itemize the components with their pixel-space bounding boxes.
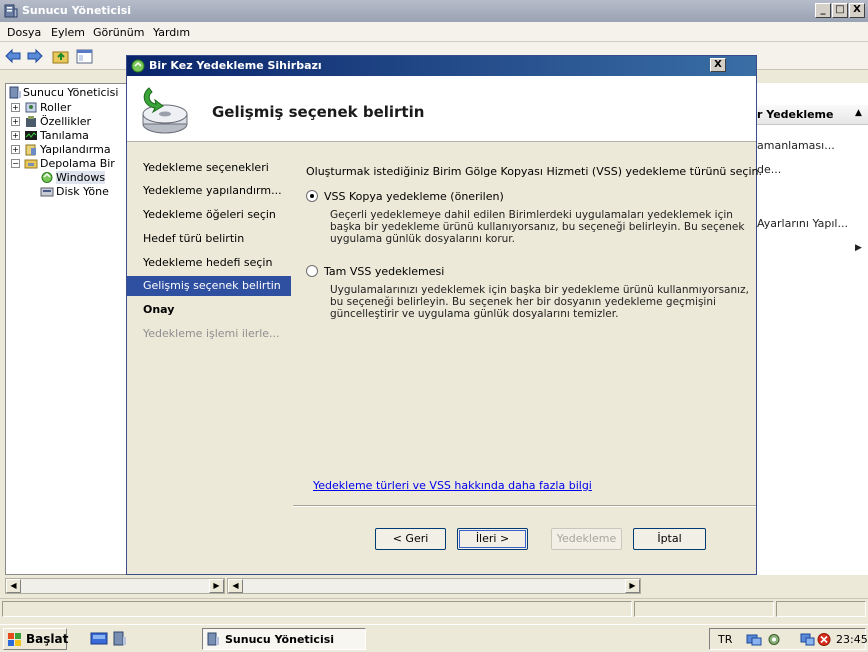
step-destination-type[interactable]: Hedef türü belirtin bbox=[127, 229, 291, 249]
wizard-steps: Yedekleme seçenekleri Yedekleme yapıland… bbox=[127, 143, 291, 574]
wizard-title: Bir Kez Yedekleme Sihirbazı bbox=[149, 59, 322, 72]
menu-help[interactable]: Yardım bbox=[153, 26, 190, 39]
backup-button: Yedekleme bbox=[551, 528, 622, 550]
server-manager-quicklaunch-icon[interactable] bbox=[112, 631, 128, 647]
menu-bar: Dosya Eylem Görünüm Yardım bbox=[0, 22, 868, 42]
taskbar-item-server-manager[interactable]: Sunucu Yöneticisi bbox=[202, 628, 366, 650]
clock: 23:45 bbox=[836, 633, 868, 646]
close-button[interactable]: X bbox=[849, 3, 865, 18]
server-manager-icon bbox=[4, 4, 18, 18]
forward-arrow-icon[interactable] bbox=[26, 48, 44, 64]
actions-pane: r Yedekleme ▲ amanlaması... de... Ayarla… bbox=[742, 83, 868, 575]
menu-file[interactable]: Dosya bbox=[7, 26, 41, 39]
scroll-right-icon[interactable]: ▶ bbox=[209, 579, 224, 593]
scroll-left-icon[interactable]: ◀ bbox=[228, 579, 243, 593]
collapse-arrow-icon[interactable]: ▲ bbox=[855, 108, 862, 118]
backup-icon bbox=[41, 172, 53, 183]
minimize-button[interactable]: _ bbox=[815, 3, 831, 18]
diagnostics-icon bbox=[25, 131, 37, 140]
configuration-icon bbox=[25, 144, 36, 156]
tree-horizontal-scrollbar[interactable]: ◀ ▶ bbox=[5, 578, 225, 594]
expand-icon[interactable]: + bbox=[11, 103, 20, 112]
step-confirmation[interactable]: Onay bbox=[127, 300, 291, 320]
settings-gear-icon[interactable] bbox=[766, 632, 782, 647]
scroll-left-icon[interactable]: ◀ bbox=[6, 579, 21, 593]
vss-copy-label[interactable]: VSS Kopya yedekleme (önerilen) bbox=[324, 190, 504, 203]
vss-full-description: Uygulamalarınızı yedeklemek için başka b… bbox=[330, 284, 749, 320]
wizard-title-bar[interactable]: Bir Kez Yedekleme Sihirbazı X bbox=[127, 56, 756, 76]
step-select-items[interactable]: Yedekleme öğeleri seçin bbox=[127, 205, 291, 225]
vss-full-option[interactable]: Tam VSS yedeklemesi bbox=[306, 264, 746, 280]
vss-full-radio[interactable] bbox=[306, 265, 318, 277]
language-indicator[interactable]: TR bbox=[718, 633, 732, 646]
disk-icon bbox=[40, 187, 54, 197]
main-title-bar[interactable]: Sunucu Yöneticisi _ □ X bbox=[0, 0, 868, 22]
wizard-header: Gelişmiş seçenek belirtin bbox=[127, 76, 756, 142]
back-arrow-icon[interactable] bbox=[4, 48, 22, 64]
show-desktop-icon[interactable] bbox=[90, 632, 108, 646]
network-icon[interactable] bbox=[746, 632, 762, 647]
footer-divider bbox=[293, 505, 756, 507]
vss-copy-description: Geçerli yedeklemeye dahil edilen Birimle… bbox=[330, 209, 745, 245]
status-panel bbox=[776, 601, 866, 617]
scroll-right-icon[interactable]: ▶ bbox=[625, 579, 640, 593]
back-button[interactable]: < Geri bbox=[375, 528, 446, 550]
system-tray: TR 23:45 bbox=[709, 628, 868, 650]
status-bar bbox=[0, 598, 868, 618]
step-backup-options[interactable]: Yedekleme seçenekleri bbox=[127, 158, 291, 178]
collapse-icon[interactable]: − bbox=[11, 159, 20, 168]
backup-wizard-dialog: Bir Kez Yedekleme Sihirbazı X Gelişmiş s… bbox=[126, 55, 762, 575]
network-status-icon[interactable] bbox=[800, 632, 816, 647]
server-icon bbox=[9, 86, 21, 99]
submenu-arrow-icon[interactable]: ▶ bbox=[855, 243, 862, 253]
main-window-title: Sunucu Yöneticisi bbox=[22, 4, 132, 17]
error-icon[interactable] bbox=[816, 632, 832, 647]
action-item-schedule[interactable]: amanlaması... bbox=[757, 139, 835, 152]
vss-copy-option[interactable]: VSS Kopya yedekleme (önerilen) bbox=[306, 189, 746, 205]
taskbar: Başlat Sunucu Yöneticisi TR 23:45 bbox=[0, 624, 868, 652]
actions-header: r Yedekleme ▲ bbox=[743, 105, 868, 125]
status-panel bbox=[634, 601, 774, 617]
step-backup-progress: Yedekleme işlemi ilerle... bbox=[143, 327, 280, 340]
vss-full-label[interactable]: Tam VSS yedeklemesi bbox=[324, 265, 444, 278]
roles-icon bbox=[25, 102, 37, 113]
action-item-settings[interactable]: Ayarlarını Yapıl... bbox=[757, 217, 848, 230]
next-button[interactable]: İleri > bbox=[457, 528, 528, 550]
vss-copy-radio[interactable] bbox=[306, 190, 318, 202]
intro-text: Oluşturmak istediğiniz Birim Gölge Kopya… bbox=[306, 165, 762, 178]
vss-help-link[interactable]: Yedekleme türleri ve VSS hakkında daha f… bbox=[313, 479, 592, 492]
status-panel bbox=[2, 601, 632, 617]
wizard-content: Oluşturmak istediğiniz Birim Gölge Kopya… bbox=[293, 143, 762, 519]
expand-icon[interactable]: + bbox=[11, 117, 20, 126]
features-icon bbox=[26, 116, 36, 127]
wizard-close-button[interactable]: X bbox=[710, 58, 726, 72]
expand-icon[interactable]: + bbox=[11, 131, 20, 140]
main-horizontal-scrollbar[interactable]: ◀ ▶ bbox=[227, 578, 641, 594]
menu-action[interactable]: Eylem bbox=[51, 26, 85, 39]
maximize-button[interactable]: □ bbox=[832, 3, 848, 18]
expand-icon[interactable]: + bbox=[11, 145, 20, 154]
windows-logo-icon bbox=[8, 633, 21, 646]
step-select-destination[interactable]: Yedekleme hedefi seçin bbox=[127, 253, 291, 273]
backup-disk-icon bbox=[142, 87, 188, 134]
start-button[interactable]: Başlat bbox=[3, 628, 68, 650]
cancel-button[interactable]: İptal bbox=[633, 528, 706, 550]
storage-icon bbox=[24, 159, 38, 169]
up-folder-icon[interactable] bbox=[52, 48, 70, 64]
show-hide-tree-icon[interactable] bbox=[76, 48, 94, 64]
wizard-footer: < Geri İleri > Yedekleme İptal bbox=[293, 509, 756, 574]
wizard-heading: Gelişmiş seçenek belirtin bbox=[212, 103, 425, 121]
menu-view[interactable]: Görünüm bbox=[93, 26, 144, 39]
step-advanced-option[interactable]: Gelişmiş seçenek belirtin bbox=[127, 276, 291, 296]
backup-wizard-icon bbox=[131, 59, 145, 73]
step-backup-configuration[interactable]: Yedekleme yapılandırm... bbox=[127, 181, 291, 201]
server-icon bbox=[207, 632, 219, 646]
navigation-tree: Sunucu Yöneticisi + Roller + Özellikler … bbox=[5, 83, 128, 575]
